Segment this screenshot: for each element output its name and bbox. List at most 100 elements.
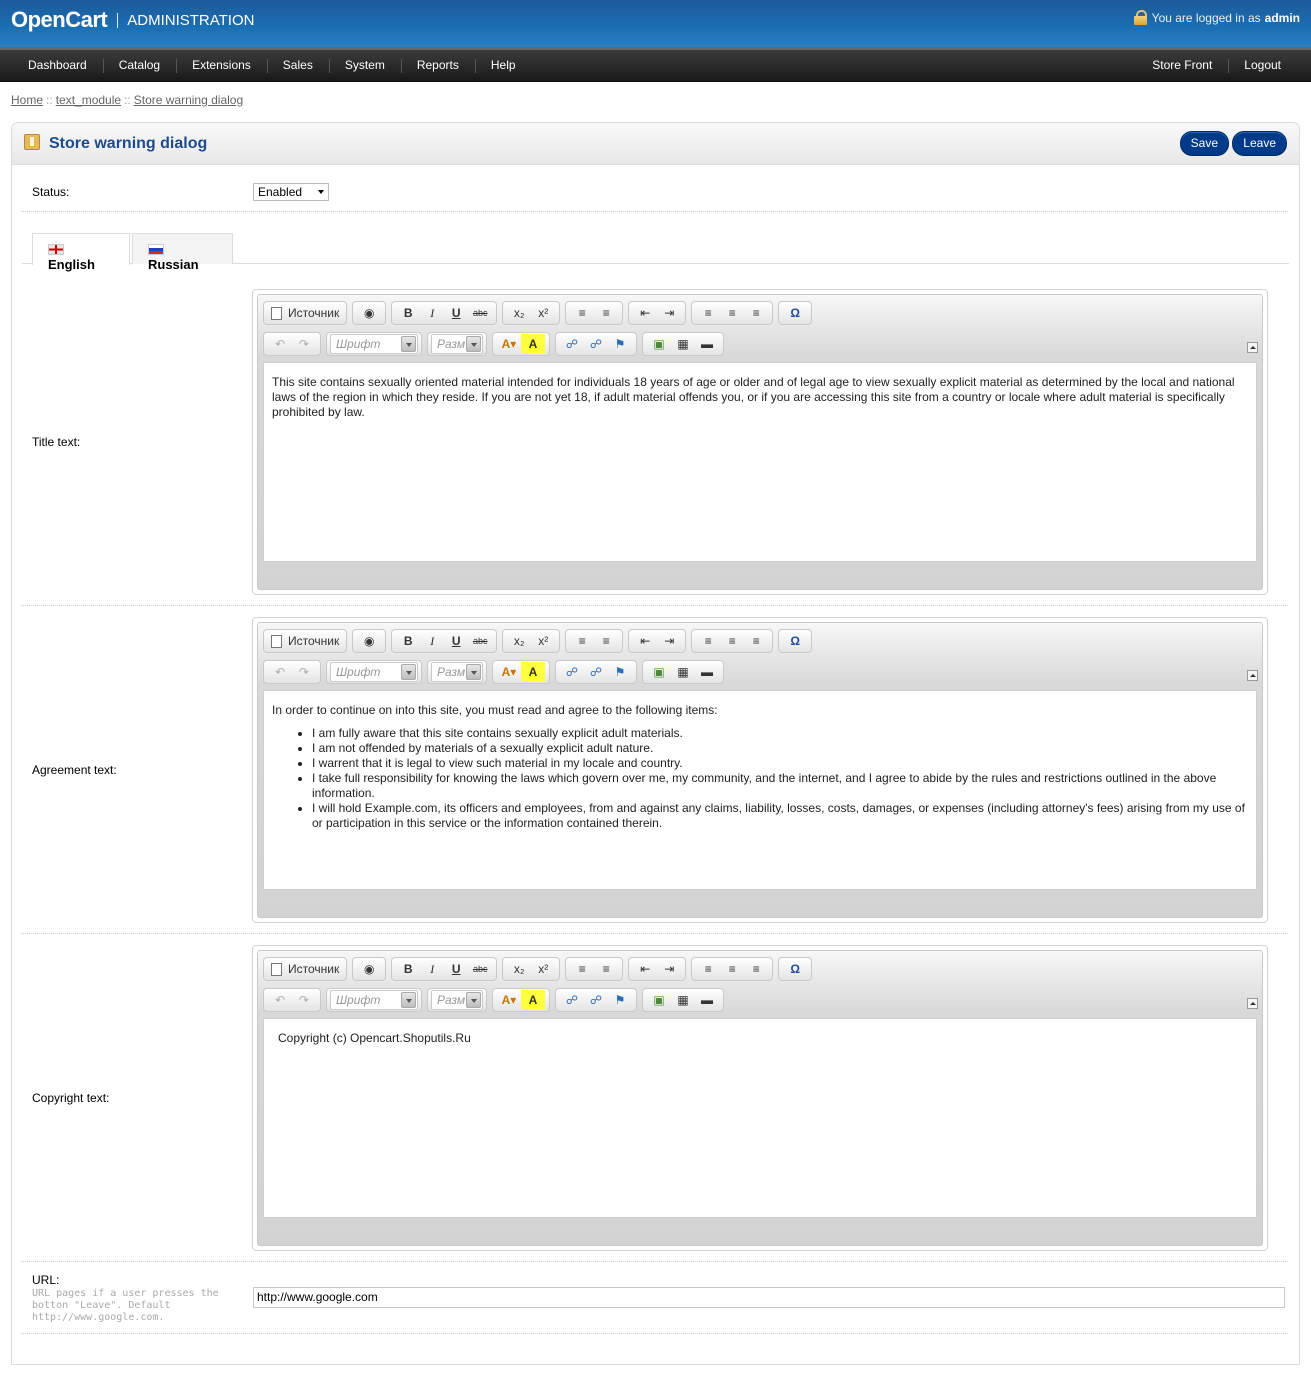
bulleted-list-icon[interactable]: ≡ bbox=[594, 631, 618, 651]
outdent-icon[interactable]: ⇤ bbox=[633, 959, 657, 979]
unlink-icon[interactable]: ☍ bbox=[584, 662, 608, 682]
italic-icon[interactable]: I bbox=[420, 303, 444, 323]
superscript-icon[interactable]: x² bbox=[531, 959, 555, 979]
preview-icon[interactable]: ◉ bbox=[357, 631, 381, 651]
menu-item-extensions[interactable]: Extensions bbox=[176, 50, 267, 81]
special-char-icon[interactable]: Ω bbox=[783, 959, 807, 979]
undo-icon[interactable]: ↶ bbox=[268, 990, 292, 1010]
font-select[interactable]: Шрифт bbox=[330, 662, 418, 682]
menu-item-catalog[interactable]: Catalog bbox=[102, 50, 176, 81]
link-icon[interactable]: ☍ bbox=[560, 662, 584, 682]
collapse-toolbar-icon[interactable] bbox=[1247, 342, 1258, 353]
title-text-content[interactable]: This site contains sexually oriented mat… bbox=[263, 362, 1257, 562]
align-center-icon[interactable]: ≡ bbox=[720, 959, 744, 979]
strike-icon[interactable]: abc bbox=[468, 303, 492, 323]
source-button[interactable]: Источник bbox=[268, 631, 342, 651]
outdent-icon[interactable]: ⇤ bbox=[633, 303, 657, 323]
outdent-icon[interactable]: ⇤ bbox=[633, 631, 657, 651]
collapse-toolbar-icon[interactable] bbox=[1247, 998, 1258, 1009]
horizontal-rule-icon[interactable]: ▬ bbox=[695, 334, 719, 354]
breadcrumb-home[interactable]: Home bbox=[11, 93, 43, 107]
bulleted-list-icon[interactable]: ≡ bbox=[594, 959, 618, 979]
bold-icon[interactable]: B bbox=[396, 631, 420, 651]
anchor-flag-icon[interactable]: ⚑ bbox=[608, 990, 632, 1010]
bg-color-icon[interactable]: A bbox=[521, 334, 545, 354]
tab-english[interactable]: English bbox=[32, 233, 130, 272]
anchor-flag-icon[interactable]: ⚑ bbox=[608, 662, 632, 682]
text-color-icon[interactable]: A▾ bbox=[497, 662, 521, 682]
indent-icon[interactable]: ⇥ bbox=[657, 959, 681, 979]
menu-item-reports[interactable]: Reports bbox=[400, 50, 475, 81]
redo-icon[interactable]: ↷ bbox=[292, 990, 316, 1010]
table-icon[interactable]: ▦ bbox=[671, 990, 695, 1010]
status-select[interactable]: Enabled bbox=[253, 183, 329, 201]
underline-icon[interactable]: U bbox=[444, 303, 468, 323]
menu-item-system[interactable]: System bbox=[328, 50, 401, 81]
strike-icon[interactable]: abc bbox=[468, 959, 492, 979]
source-button[interactable]: Источник bbox=[268, 959, 342, 979]
url-input[interactable]: http://www.google.com bbox=[253, 1287, 1285, 1308]
menu-item-sales[interactable]: Sales bbox=[266, 50, 329, 81]
undo-icon[interactable]: ↶ bbox=[268, 334, 292, 354]
superscript-icon[interactable]: x² bbox=[531, 303, 555, 323]
save-button[interactable]: Save bbox=[1179, 131, 1229, 156]
special-char-icon[interactable]: Ω bbox=[783, 303, 807, 323]
superscript-icon[interactable]: x² bbox=[531, 631, 555, 651]
agreement-text-content[interactable]: In order to continue on into this site, … bbox=[263, 690, 1257, 890]
unlink-icon[interactable]: ☍ bbox=[584, 990, 608, 1010]
numbered-list-icon[interactable]: ≡ bbox=[570, 303, 594, 323]
align-right-icon[interactable]: ≡ bbox=[744, 303, 768, 323]
align-center-icon[interactable]: ≡ bbox=[720, 631, 744, 651]
breadcrumb-current[interactable]: Store warning dialog bbox=[134, 93, 243, 107]
menu-item-store-front[interactable]: Store Front bbox=[1136, 50, 1228, 81]
bold-icon[interactable]: B bbox=[396, 959, 420, 979]
indent-icon[interactable]: ⇥ bbox=[657, 303, 681, 323]
bulleted-list-icon[interactable]: ≡ bbox=[594, 303, 618, 323]
align-left-icon[interactable]: ≡ bbox=[696, 631, 720, 651]
font-select[interactable]: Шрифт bbox=[330, 990, 418, 1010]
size-select[interactable]: Разм bbox=[431, 334, 483, 354]
underline-icon[interactable]: U bbox=[444, 631, 468, 651]
menu-item-logout[interactable]: Logout bbox=[1228, 50, 1297, 81]
font-select[interactable]: Шрифт bbox=[330, 334, 418, 354]
size-select[interactable]: Разм bbox=[431, 990, 483, 1010]
menu-item-dashboard[interactable]: Dashboard bbox=[12, 50, 103, 81]
table-icon[interactable]: ▦ bbox=[671, 334, 695, 354]
undo-icon[interactable]: ↶ bbox=[268, 662, 292, 682]
image-icon[interactable]: ▣ bbox=[647, 334, 671, 354]
bg-color-icon[interactable]: A bbox=[521, 662, 545, 682]
logo[interactable]: OpenCart ADMINISTRATION bbox=[11, 7, 254, 33]
strike-icon[interactable]: abc bbox=[468, 631, 492, 651]
leave-button[interactable]: Leave bbox=[1232, 131, 1287, 156]
italic-icon[interactable]: I bbox=[420, 631, 444, 651]
preview-icon[interactable]: ◉ bbox=[357, 959, 381, 979]
breadcrumb-module[interactable]: text_module bbox=[56, 93, 121, 107]
bold-icon[interactable]: B bbox=[396, 303, 420, 323]
collapse-toolbar-icon[interactable] bbox=[1247, 670, 1258, 681]
link-icon[interactable]: ☍ bbox=[560, 990, 584, 1010]
special-char-icon[interactable]: Ω bbox=[783, 631, 807, 651]
size-select[interactable]: Разм bbox=[431, 662, 483, 682]
source-button[interactable]: Источник bbox=[268, 303, 342, 323]
anchor-flag-icon[interactable]: ⚑ bbox=[608, 334, 632, 354]
horizontal-rule-icon[interactable]: ▬ bbox=[695, 662, 719, 682]
underline-icon[interactable]: U bbox=[444, 959, 468, 979]
image-icon[interactable]: ▣ bbox=[647, 990, 671, 1010]
bg-color-icon[interactable]: A bbox=[521, 990, 545, 1010]
link-icon[interactable]: ☍ bbox=[560, 334, 584, 354]
numbered-list-icon[interactable]: ≡ bbox=[570, 959, 594, 979]
align-center-icon[interactable]: ≡ bbox=[720, 303, 744, 323]
italic-icon[interactable]: I bbox=[420, 959, 444, 979]
copyright-text-content[interactable]: Copyright (c) Opencart.Shoputils.Ru bbox=[263, 1018, 1257, 1218]
menu-item-help[interactable]: Help bbox=[474, 50, 532, 81]
unlink-icon[interactable]: ☍ bbox=[584, 334, 608, 354]
align-right-icon[interactable]: ≡ bbox=[744, 631, 768, 651]
redo-icon[interactable]: ↷ bbox=[292, 334, 316, 354]
align-left-icon[interactable]: ≡ bbox=[696, 959, 720, 979]
tab-russian[interactable]: Russian bbox=[132, 233, 233, 272]
table-icon[interactable]: ▦ bbox=[671, 662, 695, 682]
text-color-icon[interactable]: A▾ bbox=[497, 990, 521, 1010]
numbered-list-icon[interactable]: ≡ bbox=[570, 631, 594, 651]
align-left-icon[interactable]: ≡ bbox=[696, 303, 720, 323]
text-color-icon[interactable]: A▾ bbox=[497, 334, 521, 354]
